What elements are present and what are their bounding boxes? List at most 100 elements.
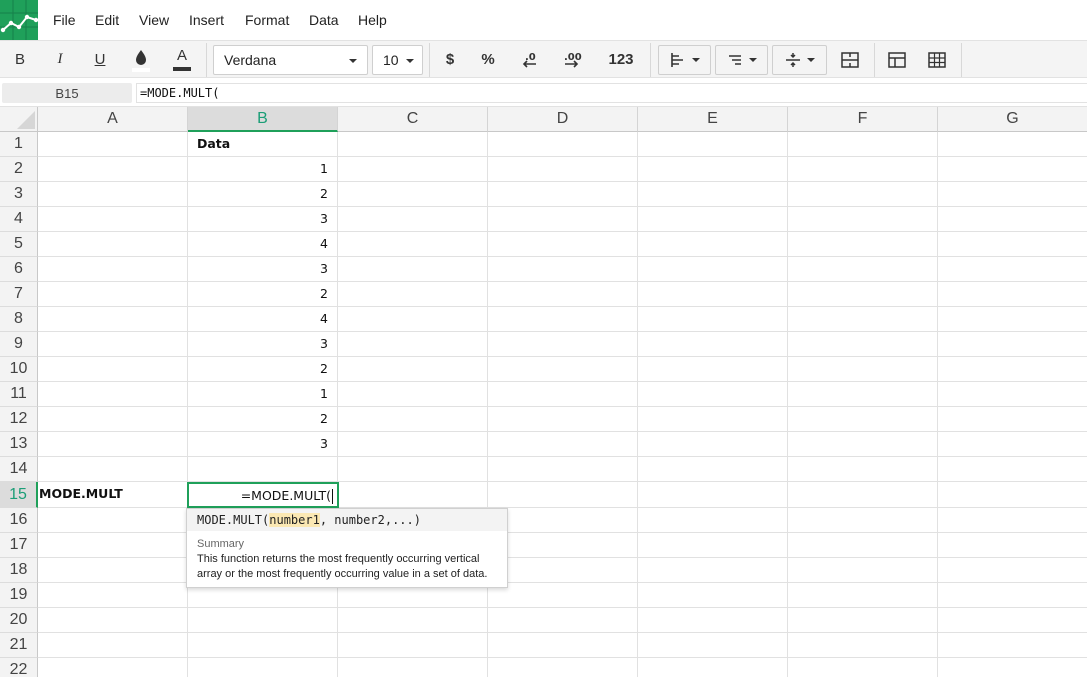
- cell-a2[interactable]: [38, 157, 188, 182]
- cell-f7[interactable]: [788, 282, 938, 307]
- cell-a8[interactable]: [38, 307, 188, 332]
- cell-b13[interactable]: 3: [188, 432, 338, 457]
- cell-d20[interactable]: [488, 608, 638, 633]
- cell-d3[interactable]: [488, 182, 638, 207]
- cell-a6[interactable]: [38, 257, 188, 282]
- cell-b14[interactable]: [188, 457, 338, 482]
- row-header-15[interactable]: 15: [0, 482, 38, 508]
- cell-c14[interactable]: [338, 457, 488, 482]
- text-color-button[interactable]: A: [167, 41, 197, 78]
- cell-c1[interactable]: [338, 132, 488, 157]
- cell-g2[interactable]: [938, 157, 1087, 182]
- cell-e13[interactable]: [638, 432, 788, 457]
- cell-d12[interactable]: [488, 407, 638, 432]
- cell-d21[interactable]: [488, 633, 638, 658]
- cell-b21[interactable]: [188, 633, 338, 658]
- cell-e10[interactable]: [638, 357, 788, 382]
- cell-e6[interactable]: [638, 257, 788, 282]
- column-header-d[interactable]: D: [488, 107, 638, 132]
- cell-e12[interactable]: [638, 407, 788, 432]
- cell-e21[interactable]: [638, 633, 788, 658]
- cell-g10[interactable]: [938, 357, 1087, 382]
- number-format-button[interactable]: 123: [603, 41, 639, 78]
- cell-c15[interactable]: [338, 482, 488, 508]
- cell-f22[interactable]: [788, 658, 938, 677]
- cell-f6[interactable]: [788, 257, 938, 282]
- cell-e16[interactable]: [638, 508, 788, 533]
- cell-a10[interactable]: [38, 357, 188, 382]
- cell-e2[interactable]: [638, 157, 788, 182]
- row-header-13[interactable]: 13: [0, 432, 38, 457]
- cell-a7[interactable]: [38, 282, 188, 307]
- cell-c9[interactable]: [338, 332, 488, 357]
- cell-f17[interactable]: [788, 533, 938, 558]
- cell-e4[interactable]: [638, 207, 788, 232]
- insert-table-button[interactable]: [883, 41, 911, 78]
- cell-g9[interactable]: [938, 332, 1087, 357]
- cell-e20[interactable]: [638, 608, 788, 633]
- cell-e22[interactable]: [638, 658, 788, 677]
- cell-a18[interactable]: [38, 558, 188, 583]
- cell-f14[interactable]: [788, 457, 938, 482]
- cell-a3[interactable]: [38, 182, 188, 207]
- cell-d13[interactable]: [488, 432, 638, 457]
- cell-c3[interactable]: [338, 182, 488, 207]
- cell-g8[interactable]: [938, 307, 1087, 332]
- row-header-1[interactable]: 1: [0, 132, 38, 157]
- cell-f20[interactable]: [788, 608, 938, 633]
- cell-g12[interactable]: [938, 407, 1087, 432]
- cell-g5[interactable]: [938, 232, 1087, 257]
- cell-e14[interactable]: [638, 457, 788, 482]
- row-header-11[interactable]: 11: [0, 382, 38, 407]
- cell-f2[interactable]: [788, 157, 938, 182]
- row-header-10[interactable]: 10: [0, 357, 38, 382]
- cell-a9[interactable]: [38, 332, 188, 357]
- cell-d18[interactable]: [488, 558, 638, 583]
- menu-view[interactable]: View: [139, 12, 169, 28]
- cell-d8[interactable]: [488, 307, 638, 332]
- cell-e11[interactable]: [638, 382, 788, 407]
- row-header-8[interactable]: 8: [0, 307, 38, 332]
- column-header-g[interactable]: G: [938, 107, 1087, 132]
- italic-button[interactable]: I: [46, 41, 74, 78]
- cell-g18[interactable]: [938, 558, 1087, 583]
- menu-insert[interactable]: Insert: [189, 12, 224, 28]
- cell-b8[interactable]: 4: [188, 307, 338, 332]
- cell-d9[interactable]: [488, 332, 638, 357]
- cell-a4[interactable]: [38, 207, 188, 232]
- cell-f15[interactable]: [788, 482, 938, 508]
- vertical-align-dropdown[interactable]: [772, 45, 827, 75]
- row-header-21[interactable]: 21: [0, 633, 38, 658]
- cell-b11[interactable]: 1: [188, 382, 338, 407]
- cell-d1[interactable]: [488, 132, 638, 157]
- cell-a14[interactable]: [38, 457, 188, 482]
- cell-c12[interactable]: [338, 407, 488, 432]
- cell-f5[interactable]: [788, 232, 938, 257]
- cell-f3[interactable]: [788, 182, 938, 207]
- merge-cells-button[interactable]: [836, 41, 864, 78]
- cell-g19[interactable]: [938, 583, 1087, 608]
- cell-g11[interactable]: [938, 382, 1087, 407]
- cell-e7[interactable]: [638, 282, 788, 307]
- cell-d11[interactable]: [488, 382, 638, 407]
- cell-b1[interactable]: Data: [188, 132, 338, 157]
- column-header-b[interactable]: B: [188, 107, 338, 132]
- cell-f10[interactable]: [788, 357, 938, 382]
- cell-f11[interactable]: [788, 382, 938, 407]
- cell-g15[interactable]: [938, 482, 1087, 508]
- cell-b9[interactable]: 3: [188, 332, 338, 357]
- row-header-19[interactable]: 19: [0, 583, 38, 608]
- cell-e19[interactable]: [638, 583, 788, 608]
- cell-b10[interactable]: 2: [188, 357, 338, 382]
- cell-d5[interactable]: [488, 232, 638, 257]
- column-header-f[interactable]: F: [788, 107, 938, 132]
- cell-g4[interactable]: [938, 207, 1087, 232]
- row-header-16[interactable]: 16: [0, 508, 38, 533]
- cell-c21[interactable]: [338, 633, 488, 658]
- cell-d4[interactable]: [488, 207, 638, 232]
- cell-a12[interactable]: [38, 407, 188, 432]
- cell-c4[interactable]: [338, 207, 488, 232]
- cell-e8[interactable]: [638, 307, 788, 332]
- cell-g6[interactable]: [938, 257, 1087, 282]
- cell-a5[interactable]: [38, 232, 188, 257]
